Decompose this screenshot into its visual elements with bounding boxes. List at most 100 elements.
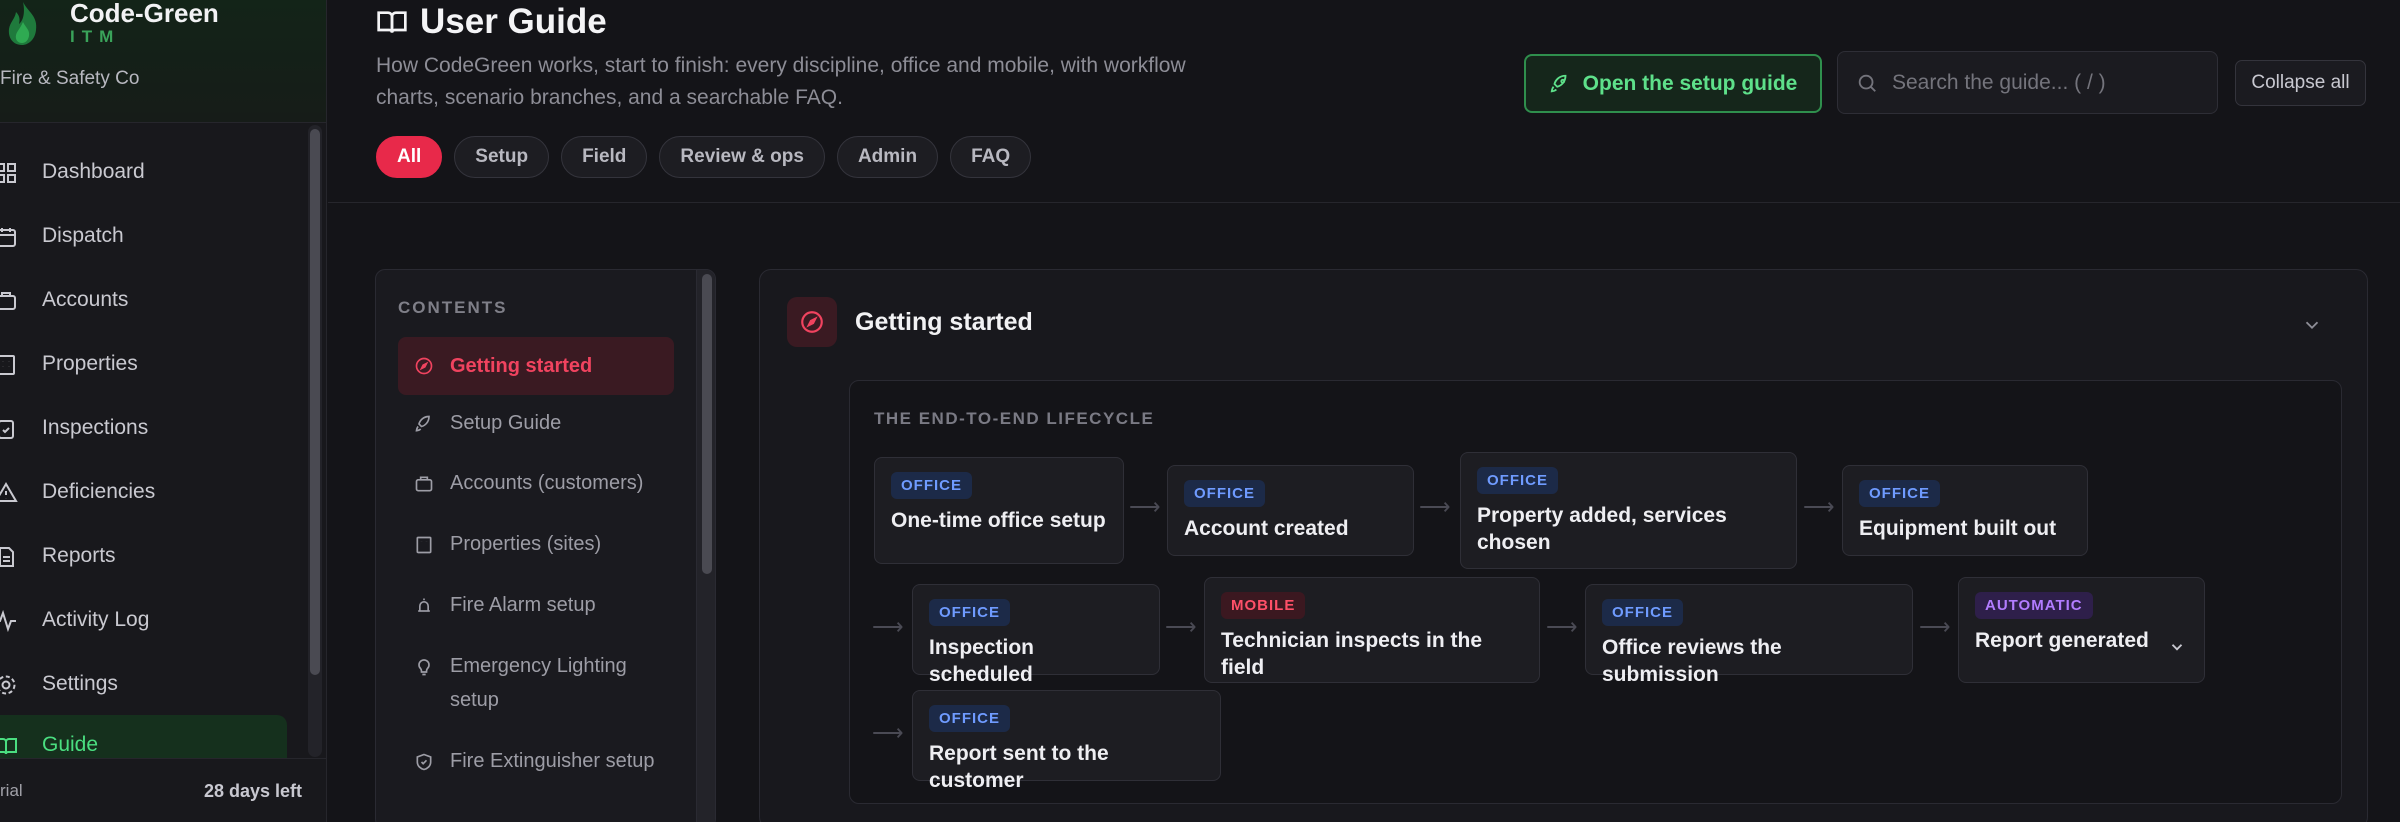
sidebar-item-label: Reports bbox=[42, 544, 116, 567]
filter-chip-faq[interactable]: FAQ bbox=[950, 136, 1032, 178]
step-badge: OFFICE bbox=[1184, 480, 1265, 507]
step-badge: OFFICE bbox=[1477, 467, 1558, 494]
grid-icon bbox=[0, 163, 16, 183]
flow-arrow-icon: ⟶ bbox=[1165, 614, 1197, 639]
shield-icon bbox=[416, 753, 432, 771]
page-title: User Guide bbox=[376, 2, 607, 42]
chevron-down-icon[interactable] bbox=[2168, 638, 2186, 656]
toc-item-accounts[interactable]: Accounts (customers) bbox=[398, 466, 674, 500]
collapse-all-button[interactable]: Collapse all bbox=[2235, 60, 2366, 106]
sidebar-item-inspections[interactable]: Inspections bbox=[0, 398, 287, 458]
trial-days-left: 28 days left bbox=[203, 781, 302, 801]
sidebar: Code-Green ITM Fire & Safety Co Dashboar… bbox=[0, 0, 327, 822]
alarm-icon bbox=[418, 598, 430, 612]
sidebar-item-activity-log[interactable]: Activity Log bbox=[0, 590, 287, 650]
chevron-down-icon[interactable] bbox=[2301, 314, 2323, 336]
bulb-icon bbox=[418, 659, 430, 676]
book-icon bbox=[377, 11, 407, 33]
step-label: Office reviews the submission bbox=[1602, 636, 1782, 686]
sidebar-item-accounts[interactable]: Accounts bbox=[0, 270, 287, 330]
sidebar-item-label: Properties bbox=[42, 352, 138, 375]
toc-item-fire-extinguisher-setup[interactable]: Fire Extinguisher setup bbox=[398, 744, 658, 778]
lifecycle-step[interactable]: OFFICE Equipment built out bbox=[1842, 465, 2088, 556]
step-badge: OFFICE bbox=[929, 599, 1010, 626]
section-title[interactable]: Getting started bbox=[855, 308, 1033, 337]
lifecycle-step[interactable]: OFFICE One-time office setup bbox=[874, 457, 1124, 564]
step-label: Inspection scheduled bbox=[929, 636, 1035, 686]
open-setup-guide-label: Open the setup guide bbox=[1582, 71, 1798, 95]
step-label: Property added, services chosen bbox=[1477, 504, 1727, 554]
sidebar-item-label: Dispatch bbox=[42, 224, 124, 247]
step-badge: OFFICE bbox=[1859, 480, 1940, 507]
sidebar-scrollbar[interactable] bbox=[308, 125, 322, 757]
step-label: One-time office setup bbox=[891, 509, 1106, 532]
briefcase-icon bbox=[0, 292, 16, 310]
sidebar-item-label: Inspections bbox=[42, 416, 149, 439]
filter-chip-field[interactable]: Field bbox=[561, 136, 648, 178]
toc-item-properties[interactable]: Properties (sites) bbox=[398, 527, 674, 561]
rocket-icon bbox=[415, 415, 430, 432]
sidebar-item-dashboard[interactable]: Dashboard bbox=[0, 142, 287, 202]
building-icon bbox=[416, 536, 432, 554]
toc-item-label: Emergency Lighting setup bbox=[450, 655, 627, 711]
step-badge: OFFICE bbox=[1602, 599, 1683, 626]
calendar-icon bbox=[0, 228, 16, 247]
trial-label: rial bbox=[0, 781, 23, 800]
toc-item-emergency-lighting-setup[interactable]: Emergency Lighting setup bbox=[398, 649, 658, 717]
toc-item-label: Getting started bbox=[450, 355, 593, 377]
lifecycle-step[interactable]: OFFICE Property added, services chosen bbox=[1460, 452, 1797, 569]
filter-chip-all[interactable]: All bbox=[376, 136, 443, 178]
sidebar-item-dispatch[interactable]: Dispatch bbox=[0, 206, 287, 266]
section-getting-started: Getting started THE END-TO-END LIFECYCLE… bbox=[759, 269, 2368, 822]
warning-icon bbox=[0, 482, 18, 502]
search-icon bbox=[1858, 74, 1876, 92]
toc-item-setup-guide[interactable]: Setup Guide bbox=[398, 406, 674, 440]
sidebar-scroll-thumb[interactable] bbox=[310, 129, 320, 675]
sidebar-item-deficiencies[interactable]: Deficiencies bbox=[0, 462, 287, 522]
brand-name: Code-Green bbox=[70, 0, 219, 28]
lifecycle-title: THE END-TO-END LIFECYCLE bbox=[874, 409, 1155, 428]
flow-arrow-icon: ⟶ bbox=[1803, 494, 1835, 519]
gear-icon bbox=[0, 675, 16, 695]
toc-item-label: Setup Guide bbox=[450, 412, 562, 434]
lifecycle-step[interactable]: OFFICE Inspection scheduled bbox=[912, 584, 1160, 686]
step-label: Report sent to the customer bbox=[929, 742, 1109, 792]
flow-arrow-icon: ⟶ bbox=[1419, 494, 1451, 519]
lifecycle-step[interactable]: OFFICE Account created bbox=[1167, 465, 1414, 556]
step-badge: OFFICE bbox=[929, 705, 1010, 732]
sidebar-item-label: Activity Log bbox=[42, 608, 150, 631]
step-badge: OFFICE bbox=[891, 472, 972, 499]
step-label: Technician inspects in the field bbox=[1221, 629, 1483, 679]
contents-scrollbar[interactable] bbox=[696, 270, 715, 822]
lifecycle-step[interactable]: AUTOMATIC Report generated bbox=[1958, 577, 2205, 683]
sidebar-item-reports[interactable]: Reports bbox=[0, 526, 287, 586]
lifecycle-step[interactable]: MOBILE Technician inspects in the field bbox=[1204, 577, 1540, 683]
pulse-icon bbox=[0, 609, 16, 633]
page-title-text: User Guide bbox=[420, 2, 607, 41]
toc-item-fire-alarm-setup[interactable]: Fire Alarm setup bbox=[398, 588, 674, 622]
book-icon bbox=[0, 738, 17, 755]
rocket-icon bbox=[1550, 74, 1567, 92]
filter-chip-setup[interactable]: Setup bbox=[454, 136, 550, 178]
contents-title: CONTENTS bbox=[398, 298, 508, 317]
toc-item-label: Properties (sites) bbox=[450, 533, 602, 555]
lifecycle-step[interactable]: OFFICE Office reviews the submission bbox=[1585, 584, 1913, 686]
lifecycle-chart: THE END-TO-END LIFECYCLE OFFICE One-time… bbox=[849, 380, 2342, 804]
step-badge: MOBILE bbox=[1221, 592, 1306, 619]
contents-scroll-thumb[interactable] bbox=[702, 274, 712, 574]
filter-chip-review-ops[interactable]: Review & ops bbox=[659, 136, 825, 178]
sidebar-item-properties[interactable]: Properties bbox=[0, 334, 287, 394]
building-icon bbox=[0, 355, 15, 375]
lifecycle-step[interactable]: OFFICE Report sent to the customer bbox=[912, 690, 1221, 792]
sidebar-item-label: Deficiencies bbox=[42, 480, 156, 503]
organization-name: Fire & Safety Co bbox=[0, 68, 140, 89]
sidebar-item-settings[interactable]: Settings bbox=[0, 654, 287, 714]
toc-item-label: Fire Alarm setup bbox=[450, 594, 596, 616]
toc-item-getting-started[interactable]: Getting started bbox=[398, 337, 674, 395]
sidebar-item-label: Settings bbox=[42, 672, 118, 695]
search-input[interactable]: Search the guide... ( / ) bbox=[1837, 51, 2218, 114]
filter-chip-admin[interactable]: Admin bbox=[836, 136, 939, 178]
sidebar-item-label: Dashboard bbox=[42, 160, 145, 183]
open-setup-guide-button[interactable]: Open the setup guide bbox=[1524, 54, 1822, 113]
brand-subtitle: ITM bbox=[70, 27, 121, 46]
